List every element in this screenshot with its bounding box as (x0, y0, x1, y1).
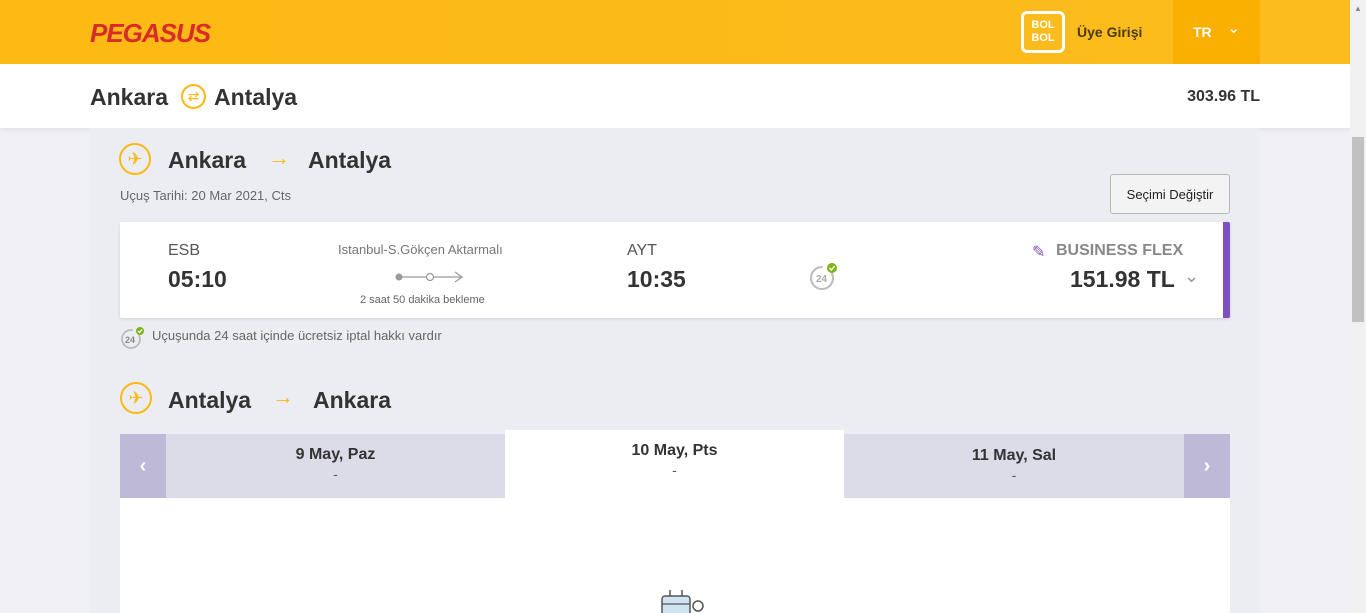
date-tab-label: 10 May, Pts (631, 442, 718, 459)
member-login-link[interactable]: Üye Girişi (1077, 24, 1142, 40)
route-summary-bar: Ankara ⇄ Antalya 303.96 TL (0, 64, 1350, 128)
return-destination: Ankara (313, 387, 391, 413)
scrollbar-thumb[interactable] (1352, 137, 1364, 322)
arrow-right-icon: → (272, 384, 294, 409)
page-scrollbar[interactable]: ▲ (1350, 0, 1366, 613)
svg-text:24: 24 (125, 335, 135, 345)
connection-line-icon (395, 271, 464, 283)
date-tab-label: 11 May, Sal (971, 447, 1057, 464)
scroll-up-arrow-icon[interactable]: ▲ (1354, 4, 1362, 13)
fare-price: 151.98 TL (1070, 266, 1175, 292)
plane-icon: ✈ (119, 143, 151, 175)
fare-class-label: BUSINESS FLEX (1056, 242, 1184, 259)
free-cancel-24h-icon: 24 (810, 263, 837, 290)
free-cancel-24h-icon: 24 (121, 327, 144, 349)
chevron-down-icon: ⌄ (1227, 20, 1241, 37)
next-day-button[interactable]: › (1184, 434, 1230, 498)
selected-flight-card[interactable]: ESB 05:10 Istanbul-S.Gökçen Aktarmalı 2 … (120, 222, 1230, 318)
total-price: 303.96 TL (1187, 88, 1260, 105)
previous-day-button[interactable]: ‹ (120, 434, 166, 498)
stopover-info: Istanbul-S.Gökçen Aktarmalı (338, 242, 503, 257)
route-destination: Antalya (214, 84, 298, 110)
date-tab-price: - (1011, 467, 1017, 483)
date-tab[interactable]: 9 May, Paz - (166, 434, 505, 498)
pegasus-logo[interactable]: PEGASUS (90, 18, 211, 49)
top-header: PEGASUS BOL BOL Üye Girişi TR ⌄ (0, 0, 1350, 64)
date-tab[interactable]: 11 May, Sal - (844, 434, 1184, 498)
date-tab-price: - (672, 462, 677, 478)
chevron-down-icon[interactable]: ⌄ (1184, 266, 1199, 287)
date-selector: ‹ 9 May, Paz - 10 May, Pts - 11 May, Sal… (120, 430, 1230, 498)
outbound-destination: Antalya (308, 147, 392, 173)
layover-duration: 2 saat 50 dakika bekleme (360, 294, 485, 306)
return-origin: Antalya (168, 387, 252, 413)
flight-date: Uçuş Tarihi: 20 Mar 2021, Cts (120, 188, 291, 203)
outbound-origin: Ankara (168, 147, 246, 173)
svg-text:24: 24 (816, 274, 828, 285)
language-selector[interactable]: TR ⌄ (1173, 0, 1260, 64)
arrival-time: 10:35 (627, 266, 686, 292)
date-tab-selected[interactable]: 10 May, Pts - (505, 430, 844, 498)
arrow-right-icon: → (268, 145, 290, 170)
date-tab-price: - (333, 466, 338, 482)
route-origin: Ankara (90, 84, 168, 110)
free-cancellation-text: Uçuşunda 24 saat içinde ücretsiz iptal h… (152, 328, 442, 343)
no-flights-illustration-icon (661, 590, 704, 613)
language-label: TR (1193, 24, 1212, 40)
arrival-airport-code: AYT (627, 242, 657, 259)
change-selection-button[interactable]: Seçimi Değiştir (1110, 174, 1230, 214)
date-tab-label: 9 May, Paz (295, 446, 376, 463)
departure-airport-code: ESB (168, 242, 201, 259)
plane-icon: ✈ (120, 382, 152, 414)
departure-time: 05:10 (168, 266, 227, 292)
edit-icon: ✎ (1032, 244, 1046, 261)
flight-results-area (120, 498, 1230, 613)
round-trip-icon: ⇄ (181, 84, 206, 109)
bolbol-logo-icon[interactable]: BOL BOL (1021, 11, 1065, 53)
